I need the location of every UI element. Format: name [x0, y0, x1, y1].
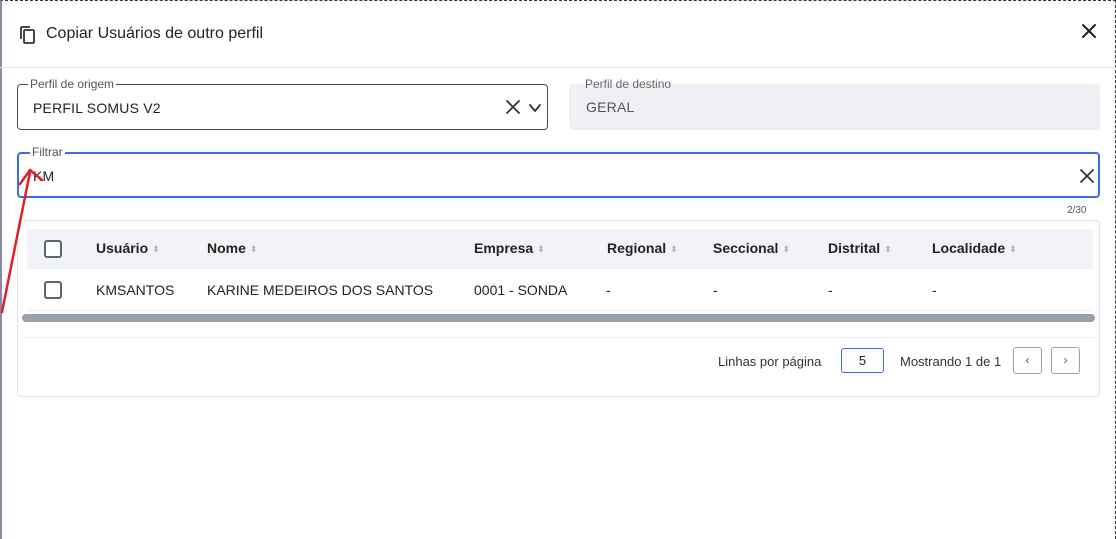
cell-distrital: - — [828, 282, 833, 298]
sort-icon: ⬍ — [1009, 244, 1017, 254]
col-regional[interactable]: Regional ⬍ — [607, 240, 678, 256]
filter-label: Filtrar — [30, 145, 65, 159]
dest-profile-label: Perfil de destino — [585, 77, 672, 91]
col-usuario[interactable]: Usuário ⬍ — [96, 240, 160, 256]
table-header: Usuário ⬍ Nome ⬍ Empresa ⬍ Regional ⬍ Seccio… — [27, 229, 1093, 269]
sort-icon: ⬍ — [782, 244, 790, 254]
copy-icon — [20, 26, 35, 44]
cell-nome: KARINE MEDEIROS DOS SANTOS — [207, 282, 434, 298]
horizontal-scrollbar[interactable] — [22, 314, 1095, 322]
origin-profile-label: Perfil de origem — [28, 77, 117, 91]
users-table: Usuário ⬍ Nome ⬍ Empresa ⬍ Regional ⬍ Seccio… — [17, 220, 1100, 397]
chevron-down-icon[interactable] — [528, 101, 542, 115]
divider — [24, 337, 1094, 338]
filter-value: KM — [33, 168, 55, 184]
cell-usuario: KMSANTOS — [96, 282, 175, 298]
clear-filter-icon[interactable] — [1079, 168, 1095, 184]
col-nome[interactable]: Nome ⬍ — [207, 240, 257, 256]
filter-input[interactable]: Filtrar KM — [17, 145, 1100, 198]
showing-label: Mostrando 1 de 1 — [900, 354, 1002, 369]
col-localidade[interactable]: Localidade ⬍ — [932, 240, 1017, 256]
filter-char-counter: 2/30 — [1067, 205, 1087, 216]
cell-localidade: - — [932, 282, 937, 298]
dest-profile-field: Perfil de destino GERAL — [569, 77, 1100, 130]
cell-empresa: 0001 - SONDA — [474, 282, 568, 298]
next-page-button[interactable]: › — [1051, 347, 1080, 374]
select-all-checkbox[interactable] — [44, 240, 62, 258]
rows-per-page-label: Linhas por página — [718, 354, 822, 369]
origin-profile-value: PERFIL SOMUS V2 — [33, 100, 161, 116]
row-checkbox[interactable] — [44, 281, 62, 299]
clear-origin-icon[interactable] — [505, 99, 521, 115]
sort-icon: ⬍ — [537, 244, 545, 254]
sort-icon: ⬍ — [670, 244, 678, 254]
cell-regional: - — [606, 282, 611, 298]
sort-icon: ⬍ — [152, 244, 160, 254]
dialog-header: Copiar Usuários de outro perfil — [0, 0, 1116, 68]
dialog-title: Copiar Usuários de outro perfil — [46, 25, 263, 42]
prev-page-button[interactable]: ‹ — [1013, 347, 1042, 374]
close-icon[interactable] — [1078, 20, 1100, 42]
dest-profile-value: GERAL — [586, 99, 635, 115]
sort-icon: ⬍ — [249, 244, 258, 254]
col-empresa[interactable]: Empresa ⬍ — [474, 240, 545, 256]
rows-per-page-input[interactable]: 5 — [841, 348, 884, 373]
col-seccional[interactable]: Seccional ⬍ — [713, 240, 790, 256]
table-row[interactable]: KMSANTOS KARINE MEDEIROS DOS SANTOS 0001… — [27, 269, 1093, 311]
sort-icon: ⬍ — [884, 244, 892, 254]
col-distrital[interactable]: Distrital ⬍ — [828, 240, 892, 256]
origin-profile-select[interactable]: Perfil de origem PERFIL SOMUS V2 — [17, 77, 548, 130]
cell-seccional: - — [713, 282, 718, 298]
